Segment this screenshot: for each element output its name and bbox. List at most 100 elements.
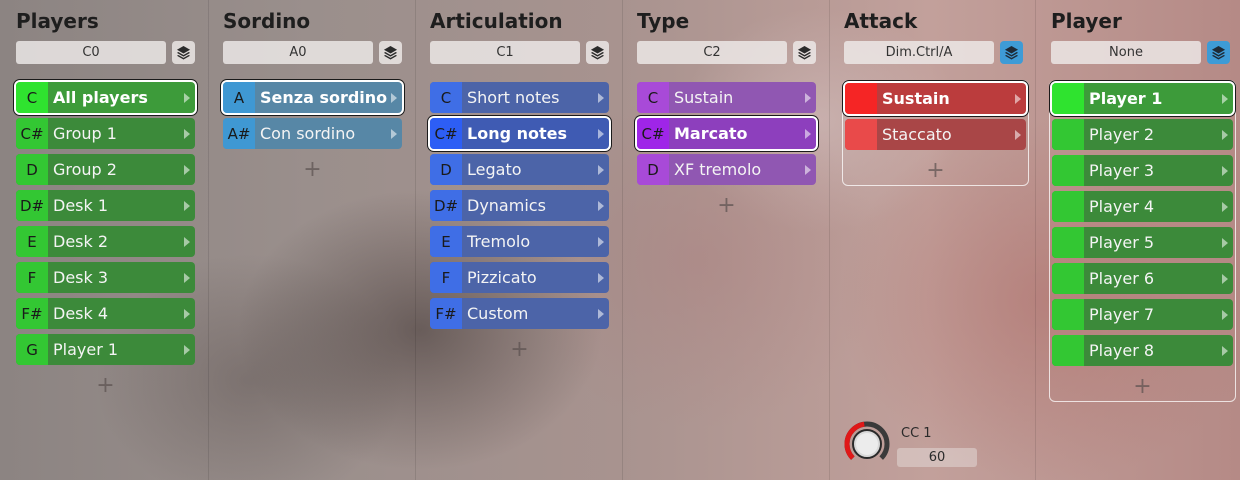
slot-item[interactable]: C# Marcato [637,118,816,149]
slot-key: D# [430,190,462,221]
keyswitch-selector[interactable]: A0 [223,41,373,64]
slot-key: E [16,226,48,257]
add-slot-button[interactable]: + [845,155,1026,185]
slot-list: C All players C# Group 1 D Group 2 D# Desk 1… [16,82,195,400]
chevron-right-icon [184,344,190,355]
slot-item[interactable]: A Senza sordino [223,82,402,113]
slot-item[interactable]: Player 2 [1052,119,1233,150]
slot-item[interactable]: D# Dynamics [430,190,609,221]
layers-icon [1211,45,1226,60]
keyswitch-selector[interactable]: Dim.Ctrl/A [844,41,994,64]
slot-label: Player 5 [1089,233,1155,252]
column-articulation: Articulation C1 C Short notes C# Long note… [414,0,623,480]
slot-key: F# [430,298,462,329]
add-slot-button[interactable]: + [1052,371,1233,401]
controller-value[interactable]: 60 [897,448,977,467]
chevron-right-icon [1222,273,1228,284]
slot-key: D# [16,190,48,221]
slot-label: Sustain [674,88,734,107]
chevron-right-icon [805,164,811,175]
slot-label: Player 1 [1089,89,1163,108]
slot-label: Dynamics [467,196,546,215]
slot-item[interactable]: F# Custom [430,298,609,329]
slot-item[interactable]: Staccato [845,119,1026,150]
slot-label: Desk 1 [53,196,109,215]
slot-item[interactable]: Player 6 [1052,263,1233,294]
keyswitch-selector[interactable]: C1 [430,41,580,64]
layers-icon [590,45,605,60]
slot-key: F# [16,298,48,329]
slot-key: D [637,154,669,185]
layers-icon [797,45,812,60]
slot-key: C [16,82,48,113]
add-slot-button[interactable]: + [637,190,816,220]
layer-button[interactable] [172,41,195,64]
slot-label: Tremolo [467,232,531,251]
slot-item[interactable]: D# Desk 1 [16,190,195,221]
slot-item[interactable]: Player 1 [1052,83,1233,114]
add-slot-button[interactable]: + [223,154,402,184]
layer-button[interactable] [379,41,402,64]
slot-label: Custom [467,304,529,323]
slot-item[interactable]: F Desk 3 [16,262,195,293]
slot-item[interactable]: Sustain [845,83,1026,114]
slot-list: Player 1 Player 2 Player 3 Player 4 Play… [1049,80,1236,402]
slot-item[interactable]: C# Group 1 [16,118,195,149]
layer-button[interactable] [1207,41,1230,64]
column-title: Players [16,9,99,33]
chevron-right-icon [1222,309,1228,320]
knob-icon[interactable] [844,421,890,467]
slot-key [845,119,877,150]
slot-item[interactable]: C# Long notes [430,118,609,149]
slot-key: D [430,154,462,185]
slot-item[interactable]: Player 7 [1052,299,1233,330]
column-title: Sordino [223,9,311,33]
slot-key [1052,191,1084,222]
slot-key: C# [430,118,462,149]
slot-item[interactable]: Player 4 [1052,191,1233,222]
slot-item[interactable]: A# Con sordino [223,118,402,149]
slot-key [845,83,877,114]
slot-key: A [223,82,255,113]
chevron-right-icon [184,128,190,139]
add-slot-button[interactable]: + [16,370,195,400]
slot-key: F [430,262,462,293]
chevron-right-icon [184,272,190,283]
chevron-right-icon [598,200,604,211]
keyswitch-selector[interactable]: C0 [16,41,166,64]
slot-item[interactable]: C Short notes [430,82,609,113]
chevron-right-icon [1015,93,1021,104]
slot-item[interactable]: Player 8 [1052,335,1233,366]
slot-item[interactable]: Player 3 [1052,155,1233,186]
chevron-right-icon [184,92,190,103]
column-type: Type C2 C Sustain C# Marcato D XF tremolo + [621,0,830,480]
slot-item[interactable]: G Player 1 [16,334,195,365]
slot-label: Senza sordino [260,88,388,107]
chevron-right-icon [598,236,604,247]
slot-item[interactable]: E Desk 2 [16,226,195,257]
keyswitch-selector[interactable]: None [1051,41,1201,64]
slot-item[interactable]: Player 5 [1052,227,1233,258]
layer-button[interactable] [586,41,609,64]
layer-button[interactable] [793,41,816,64]
keyswitch-selector[interactable]: C2 [637,41,787,64]
add-slot-button[interactable]: + [430,334,609,364]
slot-key [1052,83,1084,114]
slot-item[interactable]: F Pizzicato [430,262,609,293]
slot-list: Sustain Staccato + [842,80,1029,186]
slot-key: F [16,262,48,293]
layer-button[interactable] [1000,41,1023,64]
slot-item[interactable]: D XF tremolo [637,154,816,185]
slot-item[interactable]: F# Desk 4 [16,298,195,329]
slot-item[interactable]: D Legato [430,154,609,185]
chevron-right-icon [184,236,190,247]
chevron-right-icon [1222,129,1228,140]
slot-label: Player 2 [1089,125,1155,144]
slot-item[interactable]: C Sustain [637,82,816,113]
slot-label: Player 6 [1089,269,1155,288]
slot-item[interactable]: C All players [16,82,195,113]
slot-item[interactable]: E Tremolo [430,226,609,257]
slot-label: Staccato [882,125,952,144]
slot-item[interactable]: D Group 2 [16,154,195,185]
slot-key: C [430,82,462,113]
